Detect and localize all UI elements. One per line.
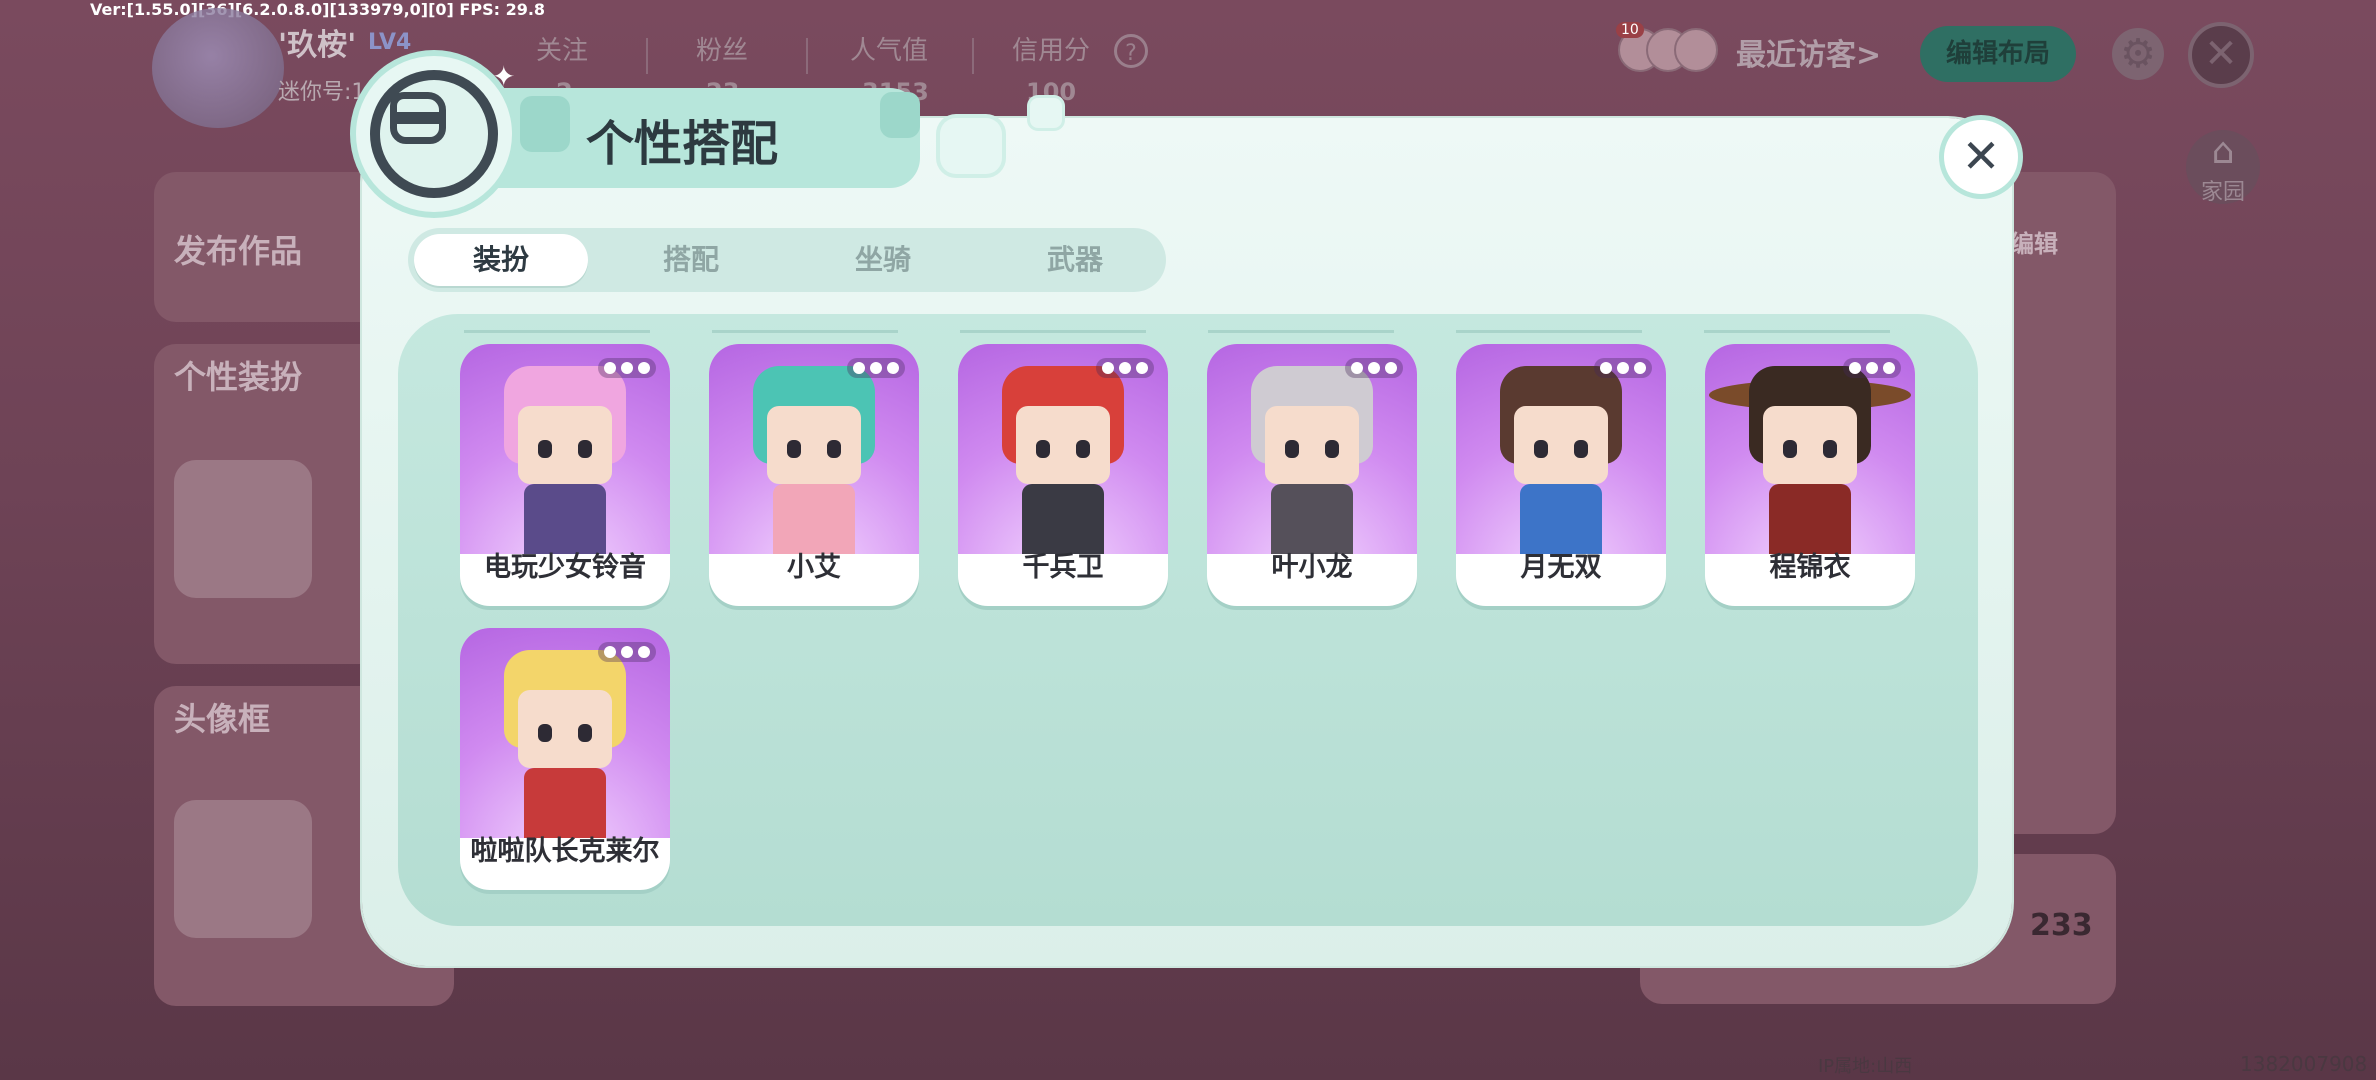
more-options-icon[interactable] [847,358,905,378]
outfit-item-card[interactable]: 月无双 [1456,344,1666,606]
stat-divider [806,38,808,74]
outfit-item-name: 电玩少女铃音 [484,552,646,583]
outfit-item-name: 程锦衣 [1769,552,1851,583]
outfit-item-name: 千兵卫 [1022,552,1104,583]
visitor-avatars[interactable]: 10 [1616,22,1718,72]
character-logo-icon [356,56,512,212]
more-options-icon[interactable] [598,642,656,662]
tab-combination[interactable]: 搭配 [604,234,778,286]
avatar[interactable] [152,8,284,128]
more-options-icon[interactable] [1096,358,1154,378]
more-options-icon[interactable] [1345,358,1403,378]
more-options-icon[interactable] [1594,358,1652,378]
outfit-item-card[interactable]: 程锦衣 [1705,344,1915,606]
more-options-icon[interactable] [1843,358,1901,378]
stat-divider [972,38,974,74]
stat-popularity-label[interactable]: 人气值 [850,30,928,67]
outfit-item-card[interactable]: 电玩少女铃音 [460,344,670,606]
outfit-thumbnail[interactable] [174,460,312,598]
outfit-item-card[interactable]: 小艾 [709,344,919,606]
edit-layout-button[interactable]: 编辑布局 [1920,26,2076,82]
recent-visitors-link[interactable]: 最近访客> [1736,30,1881,74]
debug-info: Ver:[1.55.0][36][6.2.0.8.0][133979,0][0]… [90,0,546,19]
stat-following-label[interactable]: 关注 [536,30,588,67]
home-button[interactable]: ⌂ 家园 [2186,130,2260,205]
outfit-item-card[interactable]: 叶小龙 [1207,344,1417,606]
outfit-item-name: 啦啦队长克莱尔 [470,836,660,867]
outfit-item-name: 叶小龙 [1271,552,1353,583]
header-decoration [940,118,1002,174]
house-icon: ⌂ [2211,131,2235,172]
outfit-item-name: 月无双 [1520,552,1602,583]
mini-id: 迷你号:1 [278,80,366,105]
level-badge: LV4 [368,30,412,55]
stat-fans-label[interactable]: 粉丝 [696,30,748,67]
tab-costume[interactable]: 装扮 [414,234,588,286]
home-label: 家园 [2200,180,2245,205]
gear-icon[interactable]: ⚙ [2112,28,2164,80]
tab-weapon[interactable]: 武器 [988,234,1162,286]
user-id: 1382007908 [2240,1052,2368,1076]
outfit-item-card[interactable]: 啦啦队长克莱尔 [460,628,670,890]
close-icon[interactable]: ✕ [2188,22,2254,88]
ip-location: IP属地:山西 [1818,1056,1913,1077]
nickname: '玖桉' [278,28,357,63]
category-tabs: 装扮 搭配 坐骑 武器 [408,228,1166,292]
outfit-item-name: 小艾 [787,552,841,583]
frame-title: 头像框 [174,700,271,738]
outfit-title: 个性装扮 [174,358,303,396]
visitor-count-badge: 10 [1616,22,1644,38]
outfit-item-card[interactable]: 千兵卫 [958,344,1168,606]
stat-credit-label[interactable]: 信用分 [1012,30,1090,67]
count-value: 233 [2030,908,2093,943]
frame-thumbnail[interactable] [174,800,312,938]
publish-title: 发布作品 [174,232,303,270]
close-button[interactable]: ✕ [1944,120,2018,194]
sparkle-icon: ✦ [492,60,516,93]
header-decoration [520,96,570,152]
stat-divider [646,38,648,74]
header-decoration [880,92,920,138]
more-options-icon[interactable] [598,358,656,378]
edit-corner-label[interactable]: 编辑 [2010,224,2058,259]
visitor-avatar [1674,28,1718,72]
header-decoration [1030,98,1062,128]
modal-title: 个性搭配 [586,116,779,172]
help-icon[interactable]: ? [1114,34,1148,68]
tab-mount[interactable]: 坐骑 [796,234,970,286]
